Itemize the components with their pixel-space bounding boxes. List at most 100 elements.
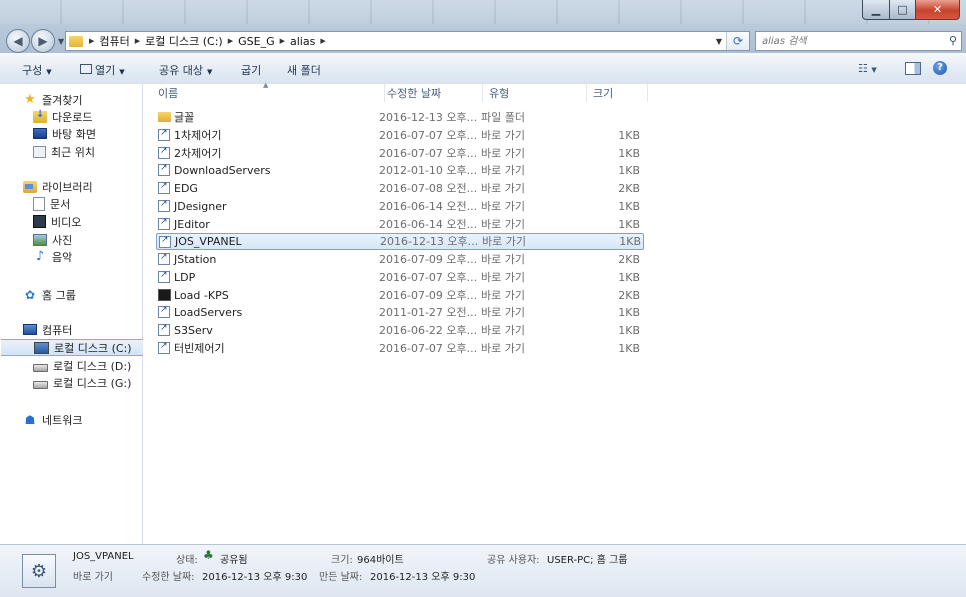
explorer-window: ▁ □ ✕ ◀ ▶ ▼ ▶ 컴퓨터 ▶ 로컬 디스크 (C:) ▶ GSE_G … bbox=[0, 0, 966, 597]
view-list-icon: ☷ bbox=[858, 62, 868, 75]
breadcrumb-computer[interactable]: 컴퓨터 bbox=[96, 33, 132, 49]
table-row[interactable]: JOS_VPANEL 2016-12-13 오후...바로 가기 1KB bbox=[156, 233, 644, 251]
file-modified: 2016-12-13 오후... bbox=[379, 111, 478, 124]
table-row[interactable]: EDG 2016-07-08 오전...바로 가기 2KB bbox=[156, 180, 642, 197]
minimize-button[interactable]: ▁ bbox=[862, 0, 890, 20]
file-modified: 2016-06-14 오전... bbox=[379, 199, 478, 213]
shortcut-icon bbox=[158, 270, 170, 283]
file-name: 2차제어기 bbox=[174, 146, 222, 160]
sidebar-item-label: 비디오 bbox=[51, 215, 82, 229]
chevron-right-icon[interactable]: ▶ bbox=[226, 37, 235, 45]
chevron-right-icon[interactable]: ▶ bbox=[133, 37, 142, 45]
drive-icon bbox=[33, 380, 48, 389]
chevron-down-icon: ▼ bbox=[206, 68, 213, 76]
file-name: JStation bbox=[174, 253, 217, 266]
file-size: 2KB bbox=[618, 182, 640, 195]
file-size: 1KB bbox=[618, 341, 640, 355]
table-row[interactable]: 글꼴 2016-12-13 오후... 파일 폴더 bbox=[156, 109, 642, 126]
breadcrumb-local-disk-c[interactable]: 로컬 디스크 (C:) bbox=[142, 33, 226, 49]
file-type: 바로 가기 bbox=[481, 128, 525, 142]
file-type: 바로 가기 bbox=[481, 199, 525, 213]
details-created-value: 2016-12-13 오후 9:30 bbox=[370, 572, 476, 583]
chevron-right-icon[interactable]: ▶ bbox=[278, 37, 287, 45]
sidebar-homegroup[interactable]: ✿ 홈 그룹 bbox=[0, 286, 165, 303]
recent-places-icon bbox=[33, 145, 46, 158]
sidebar-computer[interactable]: 컴퓨터 bbox=[0, 321, 165, 338]
file-size: 1KB bbox=[618, 199, 640, 213]
details-state-label: 상태: bbox=[176, 555, 198, 566]
file-name: Load -KPS bbox=[174, 288, 229, 302]
organize-menu[interactable]: 구성 ▼ bbox=[22, 62, 52, 78]
details-file-kind: 바로 가기 bbox=[73, 572, 113, 583]
share-label: 공유 대상 bbox=[159, 64, 203, 77]
file-type: 바로 가기 bbox=[481, 182, 525, 195]
sidebar-libraries[interactable]: 라이브러리 bbox=[0, 178, 165, 195]
video-icon bbox=[33, 215, 46, 228]
search-icon[interactable]: ⚲ bbox=[949, 34, 957, 47]
table-row[interactable]: Load -KPS 2016-07-09 오후... 바로 가기 2KB bbox=[156, 287, 642, 304]
back-button[interactable]: ◀ bbox=[6, 29, 30, 53]
close-button[interactable]: ✕ bbox=[916, 0, 960, 20]
address-bar[interactable]: ▶ 컴퓨터 ▶ 로컬 디스크 (C:) ▶ GSE_G ▶ alias ▶ ▼ … bbox=[65, 31, 750, 51]
file-modified: 2016-06-22 오후... bbox=[379, 324, 478, 337]
column-header-type[interactable]: 유형 bbox=[487, 84, 587, 102]
search-input[interactable] bbox=[756, 34, 934, 48]
table-row[interactable]: DownloadServers 2012-01-10 오후...바로 가기 1KB bbox=[156, 162, 642, 179]
documents-icon bbox=[33, 196, 45, 211]
file-name: S3Serv bbox=[174, 324, 213, 337]
open-button[interactable]: 열기 ▼ bbox=[80, 62, 125, 78]
maximize-button[interactable]: □ bbox=[890, 0, 916, 20]
file-size: 1KB bbox=[618, 324, 640, 337]
column-header-modified[interactable]: 수정한 날짜 bbox=[385, 84, 483, 102]
network-icon: ☗ bbox=[24, 412, 36, 427]
refresh-button[interactable]: ⟳ bbox=[726, 32, 749, 50]
chevron-right-icon[interactable]: ▶ bbox=[318, 37, 327, 45]
file-size: 2KB bbox=[618, 253, 640, 266]
table-row[interactable]: JEditor 2016-06-14 오전...바로 가기 1KB bbox=[156, 216, 642, 233]
table-row[interactable]: 터빈제어기 2016-07-07 오후...바로 가기 1KB bbox=[156, 340, 642, 357]
preview-pane-button[interactable] bbox=[905, 62, 921, 75]
shortcut-icon bbox=[159, 235, 171, 249]
new-folder-button[interactable]: 새 폴더 bbox=[287, 62, 321, 78]
table-row[interactable]: 1차제어기 2016-07-07 오후...바로 가기 1KB bbox=[156, 127, 642, 144]
table-row[interactable]: LDP 2016-07-07 오후...바로 가기 1KB bbox=[156, 269, 642, 286]
help-icon[interactable]: ? bbox=[933, 61, 947, 75]
file-modified: 2016-07-09 오후... bbox=[379, 253, 478, 266]
share-menu[interactable]: 공유 대상 ▼ bbox=[159, 62, 212, 78]
computer-icon bbox=[23, 324, 37, 335]
desktop-icon bbox=[33, 128, 47, 139]
sidebar-item-label: 즐겨찾기 bbox=[42, 93, 83, 107]
breadcrumb-gse-g[interactable]: GSE_G bbox=[235, 35, 277, 48]
console-icon bbox=[158, 288, 171, 301]
shortcut-icon bbox=[158, 217, 170, 230]
file-modified: 2016-06-14 오전... bbox=[379, 217, 478, 231]
sidebar-item-label: 로컬 디스크 (C:) bbox=[54, 341, 132, 355]
table-row[interactable]: 2차제어기 2016-07-07 오후...바로 가기 1KB bbox=[156, 145, 642, 162]
sidebar-network[interactable]: ☗ 네트워크 bbox=[0, 411, 165, 428]
sidebar-item-label: 문서 bbox=[50, 197, 71, 211]
shortcut-icon bbox=[158, 146, 170, 159]
table-row[interactable]: LoadServers 2011-01-27 오전...바로 가기 1KB bbox=[156, 304, 642, 321]
column-header-name[interactable]: 이름 ▲ bbox=[151, 81, 385, 102]
chevron-right-icon[interactable]: ▶ bbox=[87, 37, 96, 45]
breadcrumb-alias[interactable]: alias bbox=[287, 35, 318, 48]
table-row[interactable]: JStation 2016-07-09 오후...바로 가기 2KB bbox=[156, 251, 642, 268]
file-name: JDesigner bbox=[174, 199, 227, 213]
shortcut-icon bbox=[158, 305, 170, 319]
forward-button[interactable]: ▶ bbox=[31, 29, 55, 53]
sidebar-favorites[interactable]: ★ 즐겨찾기 bbox=[0, 91, 165, 108]
file-type: 바로 가기 bbox=[481, 253, 525, 266]
sidebar-item-label: 바탕 화면 bbox=[52, 127, 96, 141]
navigation-pane: ★ 즐겨찾기 다운로드 바탕 화면 최근 위치 라이브러리 문서 비디오 사진 ♪… bbox=[0, 84, 174, 544]
burn-button[interactable]: 굽기 bbox=[241, 62, 261, 78]
table-row[interactable]: JDesigner 2016-06-14 오전...바로 가기 1KB bbox=[156, 198, 642, 215]
address-dropdown-icon[interactable]: ▼ bbox=[712, 37, 726, 46]
open-icon bbox=[80, 64, 92, 74]
change-view-button[interactable]: ☷ ▼ bbox=[858, 62, 877, 75]
breadcrumb: ▶ 컴퓨터 ▶ 로컬 디스크 (C:) ▶ GSE_G ▶ alias ▶ bbox=[66, 32, 328, 50]
table-row[interactable]: S3Serv 2016-06-22 오후...바로 가기 1KB bbox=[156, 322, 642, 339]
column-header-size[interactable]: 크기 bbox=[591, 84, 648, 102]
recent-pages-dropdown[interactable]: ▼ bbox=[58, 37, 64, 46]
file-type: 바로 가기 bbox=[481, 341, 525, 355]
title-bar: ▁ □ ✕ ◀ ▶ ▼ ▶ 컴퓨터 ▶ 로컬 디스크 (C:) ▶ GSE_G … bbox=[0, 0, 966, 53]
